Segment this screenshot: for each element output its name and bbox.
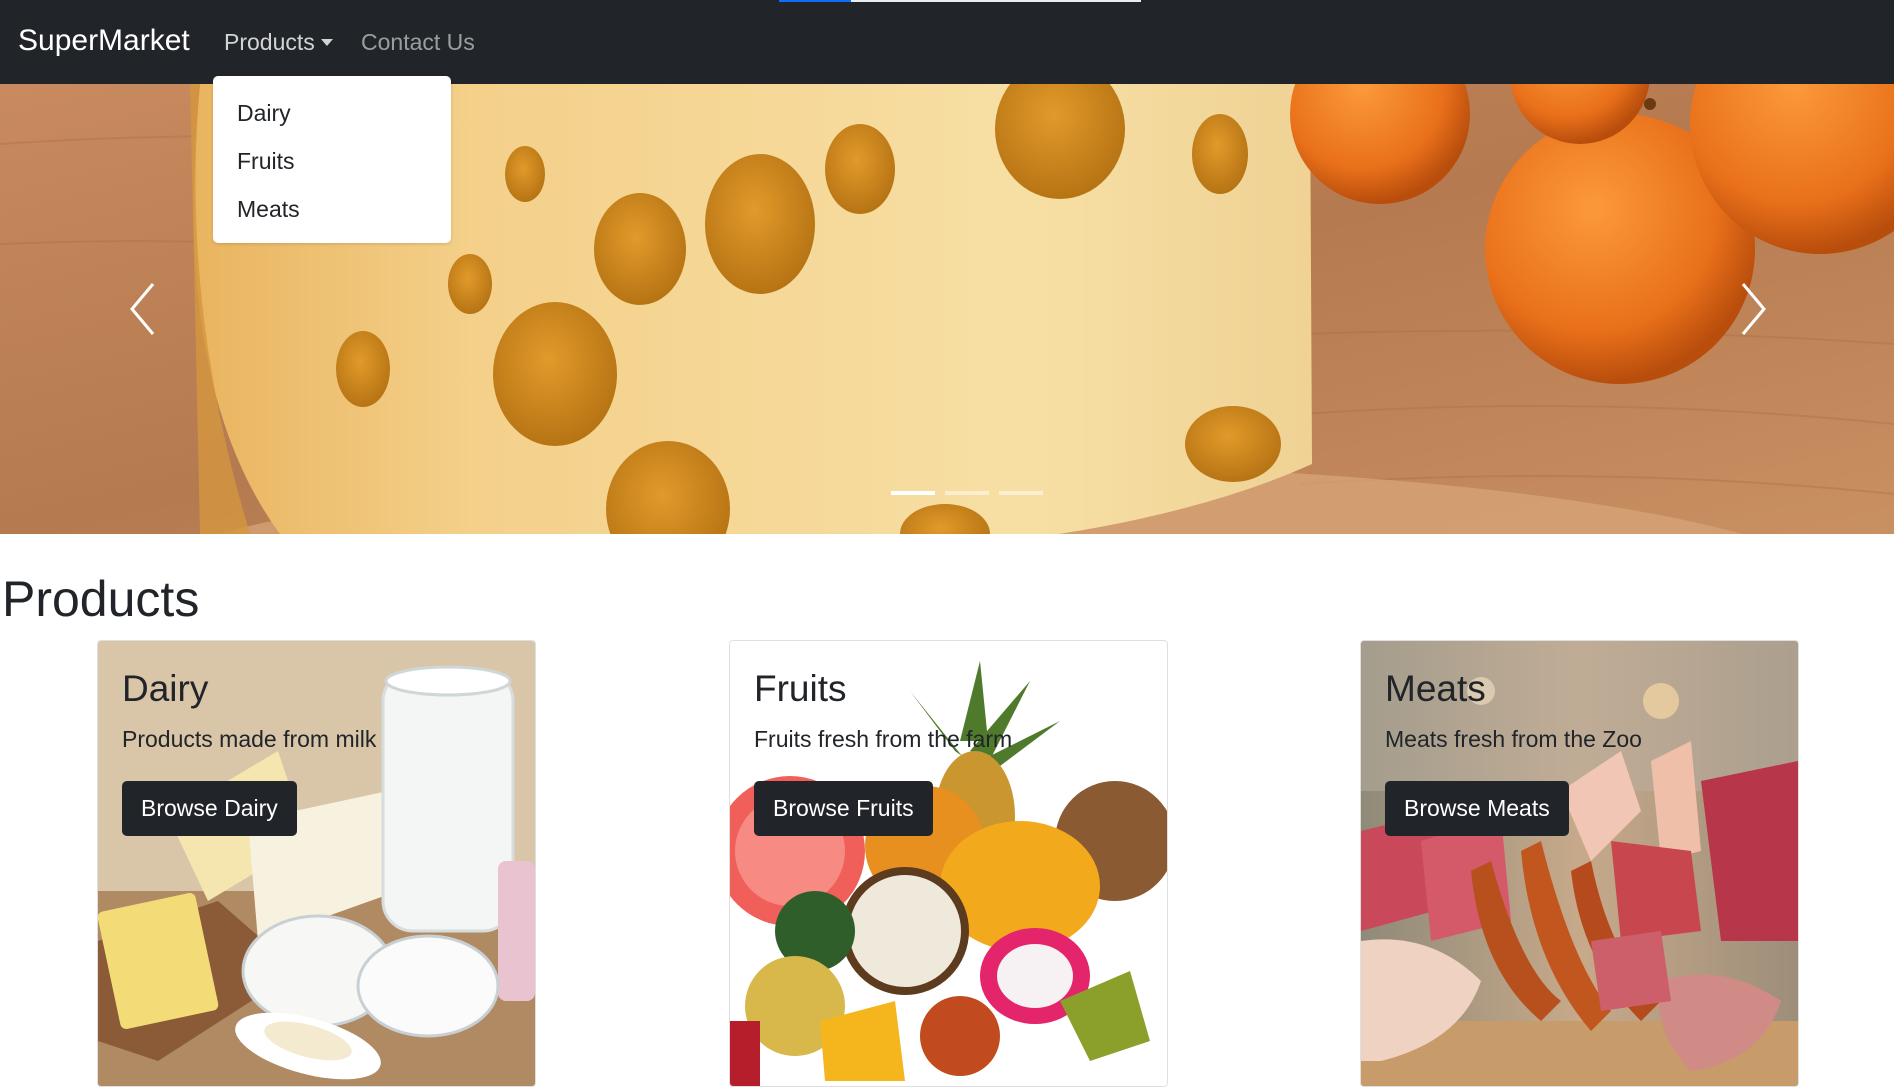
carousel-next-button[interactable] <box>1718 274 1788 344</box>
card-title-dairy: Dairy <box>122 668 209 709</box>
carousel-indicator-2[interactable] <box>945 491 989 495</box>
nav-contact-link[interactable]: Contact Us <box>361 29 475 56</box>
caret-down-icon <box>320 39 333 46</box>
product-card-dairy: Dairy Products made from milk Browse Dai… <box>97 640 536 1087</box>
products-dropdown-menu: Dairy Fruits Meats <box>213 76 451 243</box>
card-text-meats: Meats fresh from the Zoo <box>1385 726 1642 752</box>
chevron-left-icon <box>130 283 155 335</box>
card-title-meats: Meats <box>1385 668 1486 709</box>
browse-dairy-button[interactable]: Browse Dairy <box>122 781 297 836</box>
brand-link[interactable]: SuperMarket <box>18 24 190 58</box>
dropdown-item-fruits[interactable]: Fruits <box>237 148 295 175</box>
dropdown-item-dairy[interactable]: Dairy <box>237 100 291 127</box>
nav-products-label: Products <box>224 29 315 55</box>
carousel-prev-button[interactable] <box>108 274 178 344</box>
dropdown-item-meats[interactable]: Meats <box>237 196 300 223</box>
carousel-indicator-3[interactable] <box>999 491 1043 495</box>
product-card-fruits: Fruits Fruits fresh from the farm Browse… <box>729 640 1168 1087</box>
card-text-fruits: Fruits fresh from the farm <box>754 726 1013 752</box>
chevron-right-icon <box>1741 283 1766 335</box>
products-section-title: Products <box>2 571 200 627</box>
page-load-progress-bar <box>779 0 1141 2</box>
card-title-fruits: Fruits <box>754 668 847 709</box>
card-text-dairy: Products made from milk <box>122 726 377 752</box>
product-card-meats: Meats Meats fresh from the Zoo Browse Me… <box>1360 640 1799 1087</box>
nav-products-dropdown-toggle[interactable]: Products <box>224 29 333 56</box>
page-load-progress-fill <box>779 0 851 2</box>
browse-fruits-button[interactable]: Browse Fruits <box>754 781 933 836</box>
navbar: SuperMarket Products Contact Us <box>0 0 1894 84</box>
browse-meats-button[interactable]: Browse Meats <box>1385 781 1569 836</box>
carousel-indicator-1[interactable] <box>891 491 935 495</box>
